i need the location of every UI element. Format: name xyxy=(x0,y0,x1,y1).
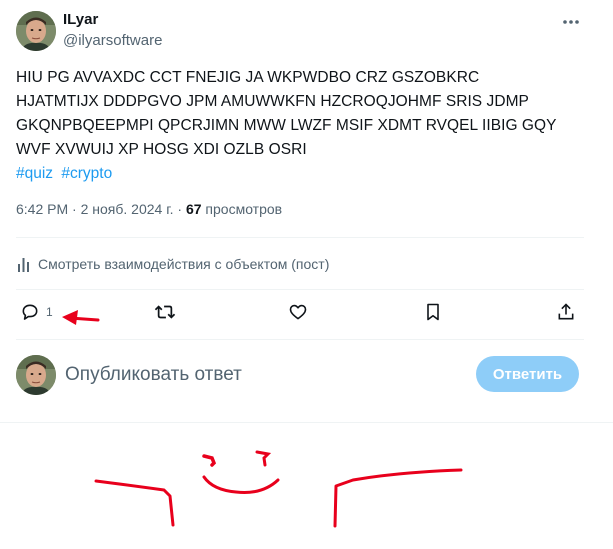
heart-icon xyxy=(289,304,307,320)
repost-action[interactable] xyxy=(154,302,176,322)
divider-top xyxy=(16,237,584,238)
author-handle[interactable]: @ilyarsoftware xyxy=(63,32,162,49)
current-user-avatar[interactable] xyxy=(16,355,56,395)
views-label: просмотров xyxy=(205,201,283,217)
like-action[interactable] xyxy=(288,302,308,322)
share-action[interactable] xyxy=(556,302,576,322)
share-upload-icon xyxy=(558,303,574,320)
hashtag-quiz[interactable]: #quiz xyxy=(16,165,53,182)
scribble-right-bracket xyxy=(333,468,463,528)
view-engagements-link[interactable]: Смотреть взаимодействия с объектом (пост… xyxy=(16,255,329,273)
divider-bottom xyxy=(16,339,584,340)
bookmark-icon xyxy=(427,303,439,321)
more-dots-icon xyxy=(563,20,579,24)
hashtag-list: #quiz #crypto xyxy=(16,162,116,186)
views-count: 67 xyxy=(185,201,202,217)
comment-bubble-icon xyxy=(22,304,38,320)
reply-submit-button[interactable]: Ответить xyxy=(476,356,579,392)
divider-page-end xyxy=(0,422,613,423)
post-text: HIU PG AVVAXDC CCT FNEJIG JA WKPWDBO CRZ… xyxy=(16,69,557,158)
more-options-button[interactable] xyxy=(560,12,582,32)
reply-composer: Опубликовать ответ Ответить xyxy=(0,350,600,410)
scribble-right-eye xyxy=(255,450,272,467)
post-meta: 6:42 PM · 2 нояб. 2024 г. · 67 просмотро… xyxy=(16,201,282,217)
scribble-smile xyxy=(202,475,280,494)
reply-count: 1 xyxy=(46,305,53,319)
bookmark-action[interactable] xyxy=(423,302,443,322)
reply-input[interactable]: Опубликовать ответ xyxy=(65,364,242,386)
bar-chart-icon xyxy=(18,258,29,272)
avatar-photo xyxy=(16,11,56,51)
meta-separator-2: · xyxy=(177,201,183,217)
post-card: ILyar @ilyarsoftware HIU PG AVVAXDC CCT … xyxy=(0,0,600,420)
avatar-photo xyxy=(16,355,56,395)
view-engagements-label: Смотреть взаимодействия с объектом (пост… xyxy=(38,256,330,272)
divider-middle xyxy=(16,289,584,290)
author-avatar[interactable] xyxy=(16,11,56,51)
author-name[interactable]: ILyar xyxy=(63,11,98,28)
scribble-left-bracket xyxy=(94,479,175,527)
scribble-left-eye xyxy=(202,454,217,467)
meta-separator: · xyxy=(72,201,77,217)
reply-action[interactable]: 1 xyxy=(20,302,53,322)
repost-arrows-icon xyxy=(154,305,176,319)
post-time[interactable]: 6:42 PM xyxy=(16,201,68,217)
post-date[interactable]: 2 нояб. 2024 г. xyxy=(81,201,174,217)
hashtag-crypto[interactable]: #crypto xyxy=(61,165,112,182)
